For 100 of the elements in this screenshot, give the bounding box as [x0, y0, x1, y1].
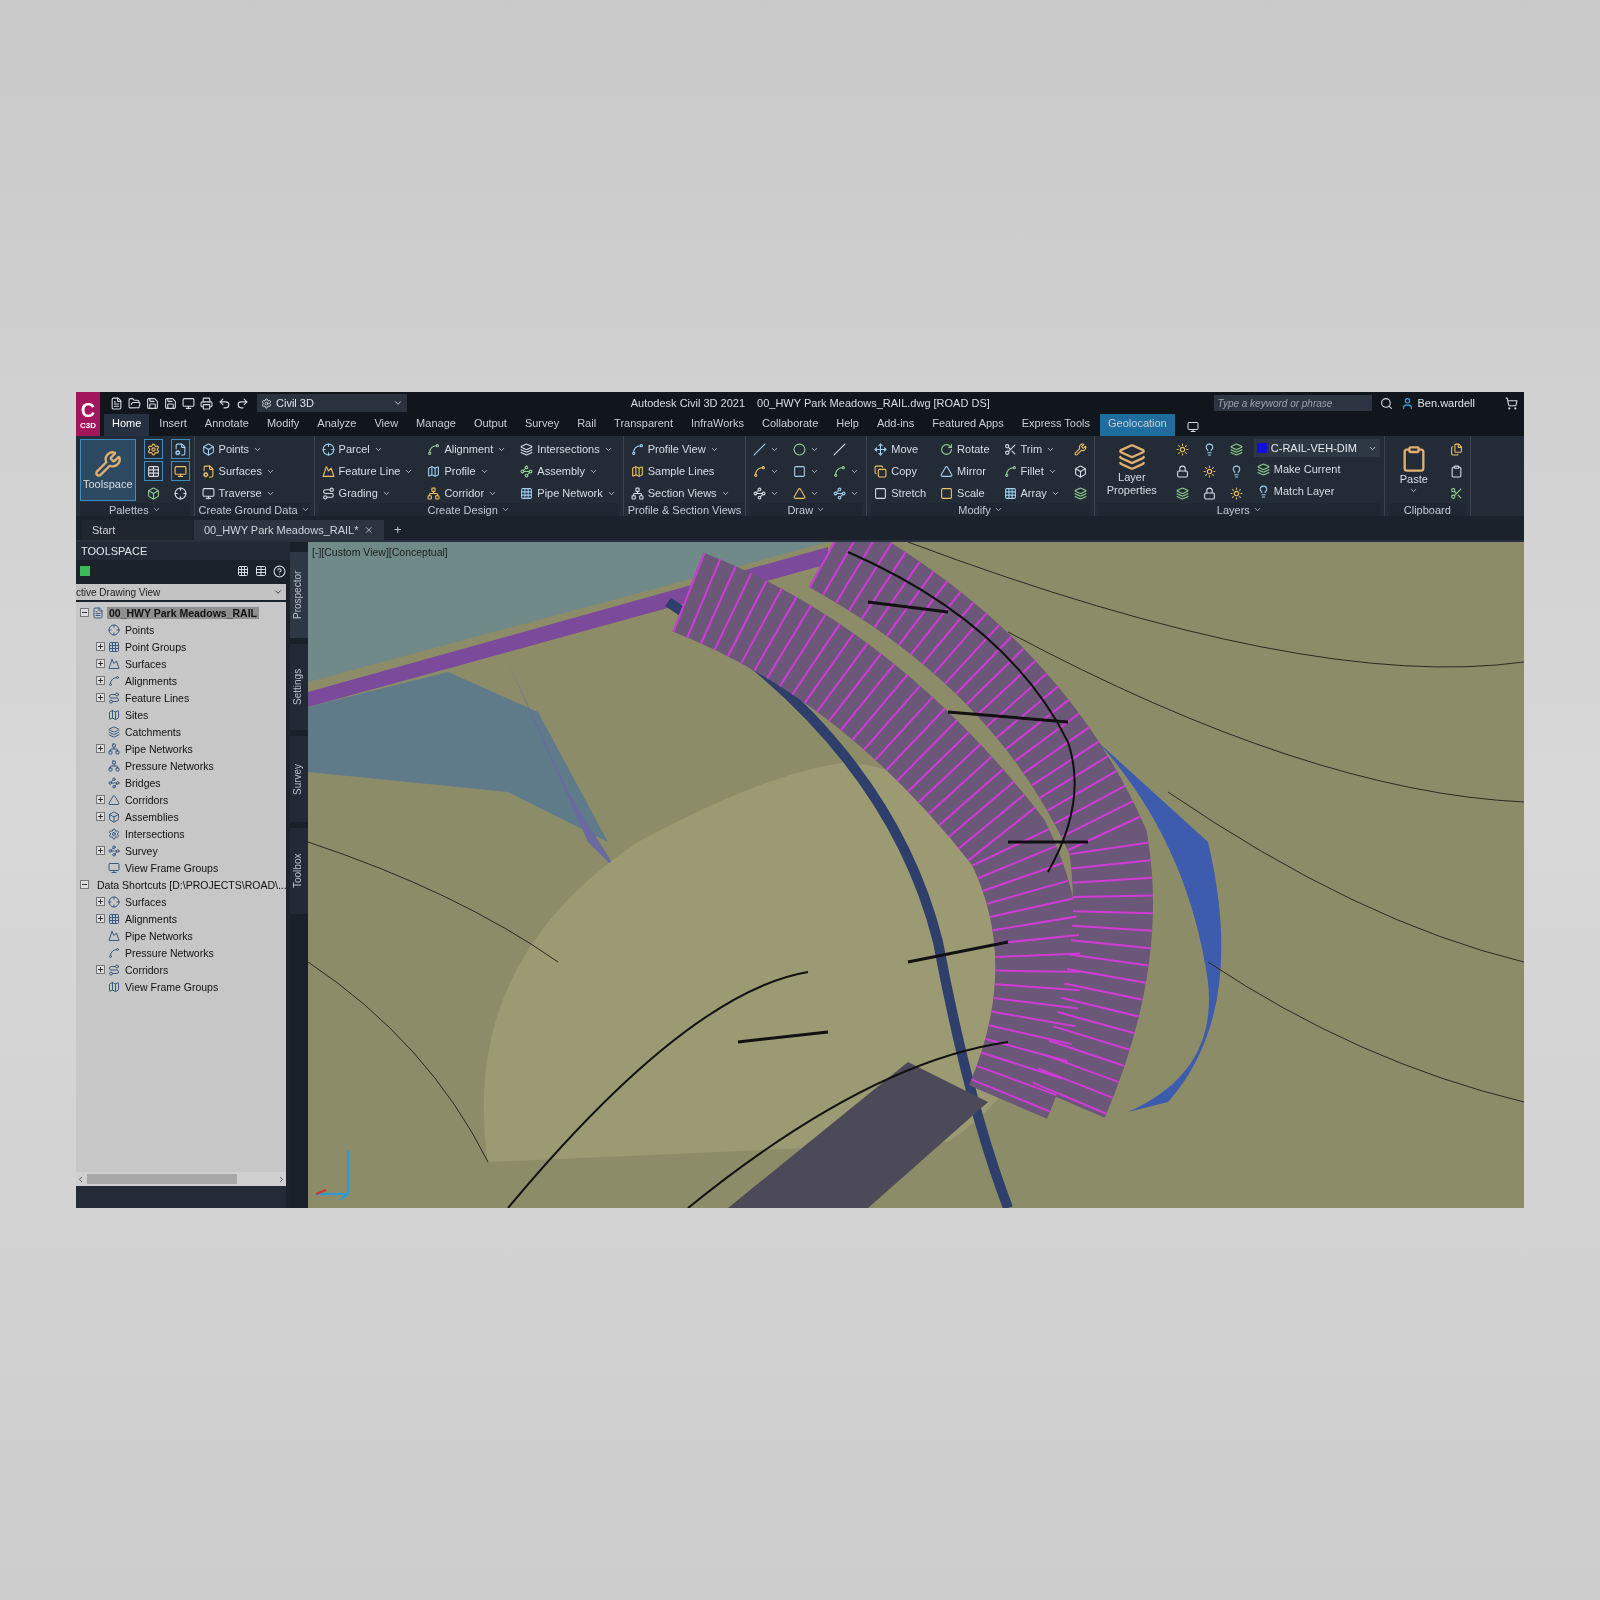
tree-item[interactable]: Pressure Networks [123, 946, 216, 959]
ribbon-tool-button[interactable]: Surfaces [198, 461, 278, 481]
ribbon-icon-button[interactable] [143, 461, 163, 481]
panel-title[interactable]: Clipboard [1388, 503, 1466, 516]
ribbon-tool-button[interactable]: Scale [937, 483, 993, 503]
ribbon-tab[interactable]: Analyze [309, 414, 365, 436]
ribbon-tool-button[interactable]: Assembly [517, 461, 619, 481]
workspace-dropdown[interactable]: Civil 3D [257, 394, 407, 412]
expand-icon[interactable] [96, 812, 105, 821]
ribbon-tool-button[interactable]: Trim [1000, 439, 1063, 459]
panel-title[interactable]: Layers [1098, 503, 1380, 516]
tree-item[interactable]: Alignments [123, 674, 179, 687]
search-icon[interactable] [1379, 396, 1393, 410]
ribbon-tool-button[interactable]: Stretch [871, 483, 930, 503]
tree-item[interactable]: Pipe Networks [123, 742, 195, 755]
ribbon-tab[interactable]: Modify [258, 414, 308, 436]
tree-item[interactable]: Corridors [123, 963, 171, 976]
display-icon[interactable] [1186, 421, 1199, 433]
document-tab[interactable]: 00_HWY Park Meadows_RAIL* [194, 520, 384, 540]
ribbon-tool-button[interactable]: Copy [871, 461, 930, 481]
help-icon[interactable] [273, 564, 286, 578]
panel-title[interactable]: Modify [871, 503, 1090, 516]
tree-item[interactable]: Point Groups [123, 640, 189, 653]
ribbon-icon-button[interactable] [170, 439, 190, 459]
ribbon-tool-button[interactable]: Grading [318, 483, 417, 503]
ribbon-tool-button[interactable]: Profile View [627, 439, 733, 459]
ribbon-tool-button[interactable]: Feature Line [318, 461, 417, 481]
ribbon-tool-button[interactable]: Parcel [318, 439, 417, 459]
layer-dropdown[interactable]: C-RAIL-VEH-DIM [1253, 439, 1380, 457]
ribbon-tab[interactable]: Featured Apps [924, 414, 1012, 436]
user-name[interactable]: Ben.wardell [1417, 397, 1475, 409]
ribbon-tab[interactable]: Transparent [606, 414, 681, 436]
save-as-icon[interactable] [164, 396, 177, 410]
tree-item[interactable]: Survey [123, 844, 160, 857]
tree-item[interactable]: Intersections [123, 827, 187, 840]
new-tab-button[interactable]: + [386, 520, 410, 540]
side-tab[interactable]: Settings [290, 644, 308, 730]
expand-icon[interactable] [96, 659, 105, 668]
print-icon[interactable] [200, 396, 213, 410]
tree-item[interactable]: Catchments [123, 725, 184, 738]
new-file-icon[interactable] [110, 396, 123, 410]
ribbon-tool-button[interactable]: Array [1000, 483, 1063, 503]
tree-item[interactable]: View Frame Groups [123, 980, 221, 993]
expand-icon[interactable] [96, 846, 105, 855]
tree-item[interactable]: Bridges [123, 776, 163, 789]
scroll-left-icon[interactable] [76, 1174, 85, 1184]
side-tab[interactable]: Toolbox [290, 828, 308, 914]
ribbon-tool-button[interactable]: Move [871, 439, 930, 459]
viewport-label[interactable]: [-][Custom View][Conceptual] [312, 546, 448, 558]
panel-title[interactable]: Create Ground Data [198, 503, 310, 516]
ribbon-tool-button[interactable]: Fillet [1000, 461, 1063, 481]
ribbon-tab[interactable]: Home [104, 414, 150, 436]
folder-icon[interactable] [128, 396, 141, 410]
panel-icon[interactable] [255, 565, 267, 577]
expand-icon[interactable] [96, 744, 105, 753]
tree-item[interactable]: Pipe Networks [123, 929, 195, 942]
ribbon-tool-button[interactable]: Corridor [424, 483, 510, 503]
document-tab[interactable]: Start [82, 520, 192, 540]
ribbon-tab[interactable]: View [366, 414, 407, 436]
ribbon-tab[interactable]: Annotate [196, 414, 257, 436]
expand-icon[interactable] [96, 693, 105, 702]
scroll-right-icon[interactable] [277, 1174, 286, 1184]
grid-icon[interactable] [237, 565, 249, 577]
ribbon-tab[interactable]: Express Tools [1013, 414, 1099, 436]
cart-icon[interactable] [1505, 396, 1518, 410]
tree-item[interactable]: Data Shortcuts [D:\PROJECTS\ROAD\... [95, 878, 289, 891]
ribbon-tool-button[interactable]: Match Layer [1253, 481, 1380, 501]
paste-button[interactable]: Paste [1388, 439, 1439, 501]
view-dropdown[interactable]: ctive Drawing View [76, 584, 286, 600]
ribbon-tab[interactable]: Manage [408, 414, 464, 436]
ribbon-tab[interactable]: Output [465, 414, 515, 436]
collapse-icon[interactable] [80, 608, 89, 617]
tree-item[interactable]: Surfaces [123, 657, 169, 670]
collapse-icon[interactable] [80, 880, 89, 889]
horizontal-scrollbar[interactable] [76, 1172, 286, 1186]
ribbon-tool-button[interactable]: Make Current [1253, 459, 1380, 479]
ribbon-tab[interactable]: InfraWorks [683, 414, 752, 436]
ribbon-tool-button[interactable]: Profile [424, 461, 510, 481]
tree-item[interactable]: Sites [123, 708, 151, 721]
ribbon-tab[interactable]: Insert [151, 414, 195, 436]
expand-icon[interactable] [96, 795, 105, 804]
ribbon-tab[interactable]: Survey [516, 414, 568, 436]
expand-icon[interactable] [96, 897, 105, 906]
side-tab[interactable]: Prospector [290, 552, 308, 638]
panel-title[interactable]: Draw [750, 503, 863, 516]
expand-icon[interactable] [96, 642, 105, 651]
tree-item[interactable]: 00_HWY Park Meadows_RAIL [107, 606, 260, 619]
expand-icon[interactable] [96, 965, 105, 974]
close-icon[interactable] [364, 525, 374, 535]
expand-icon[interactable] [96, 676, 105, 685]
expand-icon[interactable] [96, 914, 105, 923]
ribbon-icon-button[interactable] [170, 461, 190, 481]
tree-item[interactable]: Alignments [123, 912, 179, 925]
undo-icon[interactable] [218, 396, 231, 410]
ribbon-tool-button[interactable]: Points [198, 439, 278, 459]
ribbon-tool-button[interactable]: Pipe Network [517, 483, 619, 503]
ribbon-tool-button[interactable]: Intersections [517, 439, 619, 459]
contextual-tab[interactable]: Geolocation [1100, 414, 1175, 436]
ribbon-icon-button[interactable] [143, 439, 163, 459]
tree-item[interactable]: Feature Lines [123, 691, 192, 704]
